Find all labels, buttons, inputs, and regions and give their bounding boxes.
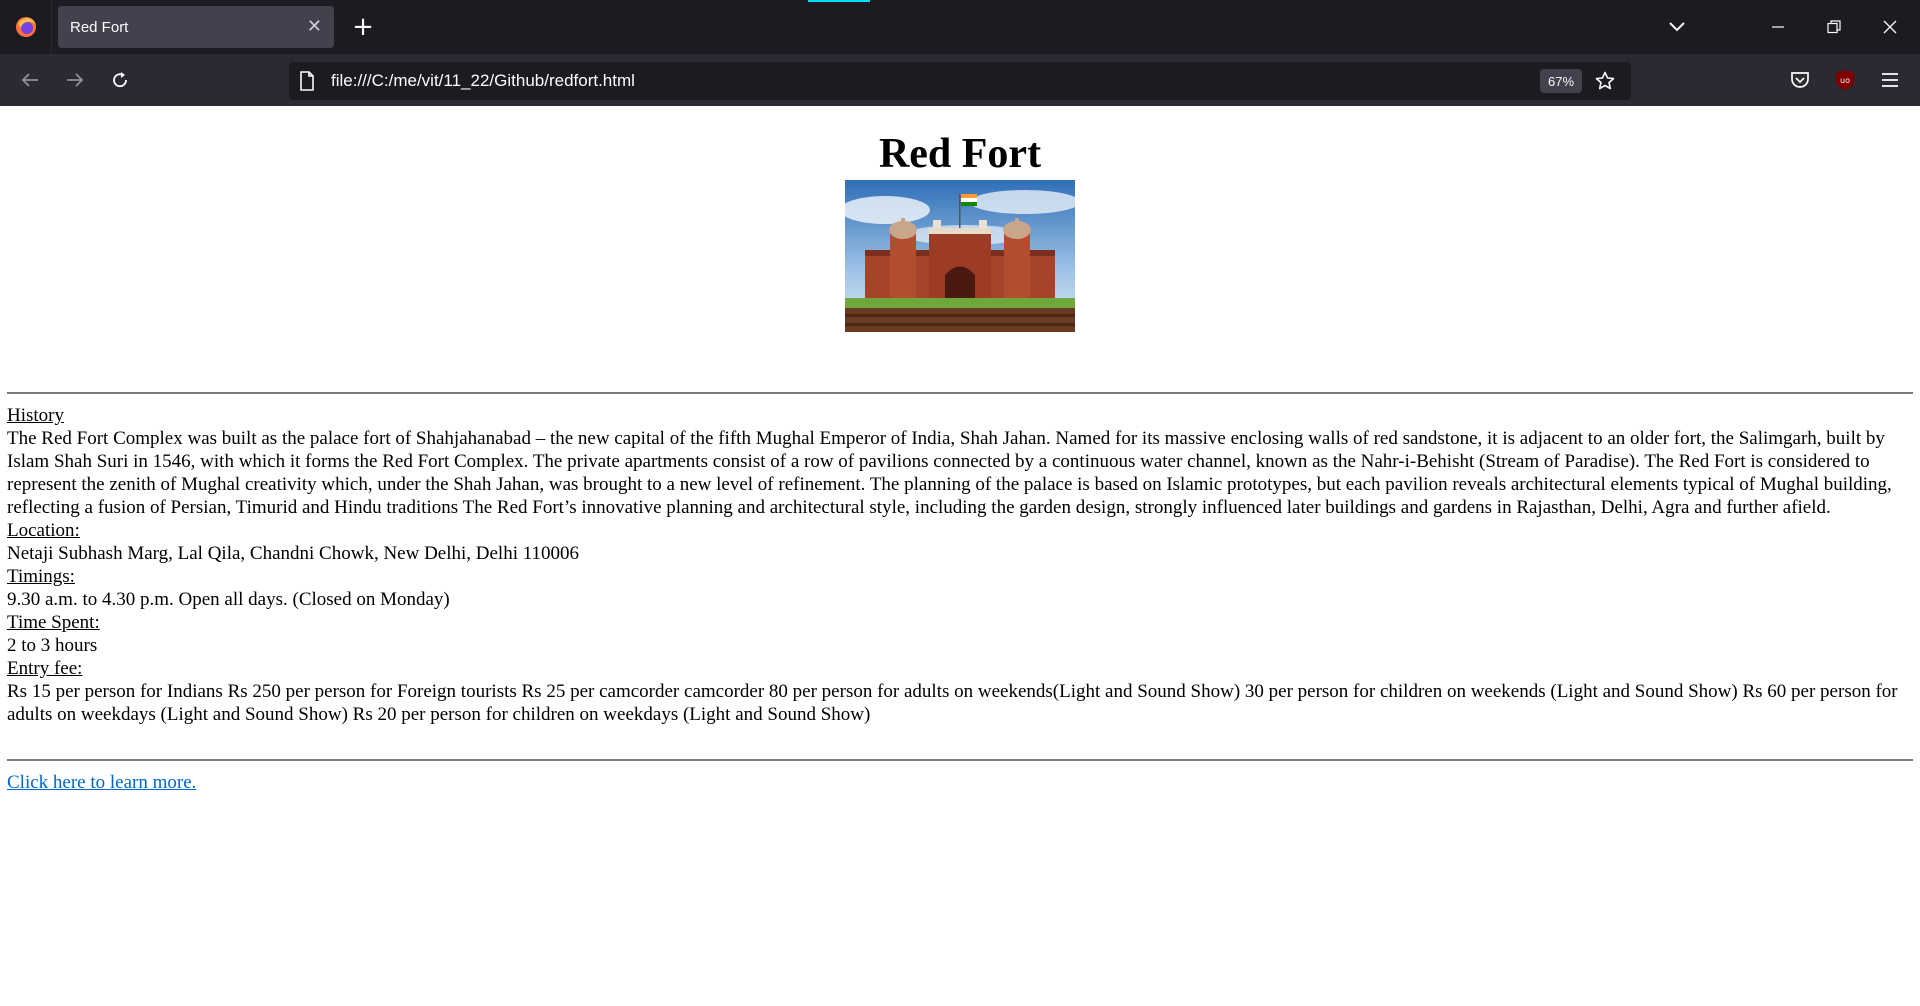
- section-entry-fee: Entry fee: Rs 15 per person for Indians …: [7, 657, 1913, 726]
- entry-fee-text: Rs 15 per person for Indians Rs 250 per …: [7, 681, 1898, 725]
- reload-icon: [113, 72, 127, 88]
- close-tab-icon[interactable]: ✕: [307, 18, 322, 36]
- ublock-extension-button[interactable]: uo: [1825, 60, 1865, 100]
- ublock-icon: uo: [1836, 70, 1854, 90]
- forward-button[interactable]: [55, 60, 95, 100]
- page-title: Red Fort: [878, 131, 1042, 177]
- history-heading: History: [7, 405, 64, 426]
- url-text[interactable]: file:///C:/me/vit/11_22/Github/redfort.h…: [331, 71, 635, 91]
- section-timings: Timings: 9.30 a.m. to 4.30 p.m. Open all…: [7, 565, 1913, 611]
- time-spent-text: 2 to 3 hours: [7, 635, 98, 656]
- reload-button[interactable]: [100, 60, 140, 100]
- restore-icon: [1827, 20, 1841, 34]
- arrow-left-icon: [21, 73, 38, 87]
- tab-red-fort[interactable]: Red Fort ✕: [58, 6, 334, 48]
- arrow-right-icon: [67, 73, 84, 87]
- entry-fee-heading: Entry fee:: [7, 658, 83, 679]
- timings-heading: Timings:: [7, 566, 75, 587]
- section-location: Location: Netaji Subhash Marg, Lal Qila,…: [7, 519, 1913, 565]
- menu-button[interactable]: [1870, 60, 1910, 100]
- navigation-toolbar: file:///C:/me/vit/11_22/Github/redfort.h…: [0, 54, 1920, 106]
- minimize-icon: [1772, 26, 1784, 28]
- pocket-icon: [1791, 72, 1809, 88]
- timings-text: 9.30 a.m. to 4.30 p.m. Open all days. (C…: [7, 589, 450, 610]
- hamburger-menu-icon: [1882, 73, 1898, 87]
- pocket-button[interactable]: [1780, 60, 1820, 100]
- tab-bar: Red Fort ✕ +: [0, 0, 1920, 54]
- section-history: History The Red Fort Complex was built a…: [7, 404, 1913, 519]
- list-all-tabs-button[interactable]: [1656, 6, 1698, 48]
- address-bar[interactable]: file:///C:/me/vit/11_22/Github/redfort.h…: [289, 62, 1631, 100]
- minimize-button[interactable]: [1750, 0, 1806, 54]
- section-time-spent: Time Spent: 2 to 3 hours: [7, 611, 1913, 657]
- chevron-down-icon: [1669, 22, 1685, 32]
- svg-text:uo: uo: [1840, 76, 1850, 85]
- close-icon: [1883, 20, 1897, 34]
- new-tab-button[interactable]: +: [342, 6, 384, 48]
- firefox-icon[interactable]: [0, 0, 52, 54]
- article-body: History The Red Fort Complex was built a…: [7, 404, 1913, 726]
- history-text: The Red Fort Complex was built as the pa…: [7, 428, 1892, 518]
- restore-button[interactable]: [1806, 0, 1862, 54]
- learn-more-link[interactable]: Click here to learn more.: [7, 772, 196, 794]
- back-button[interactable]: [10, 60, 50, 100]
- close-window-button[interactable]: [1862, 0, 1918, 54]
- top-divider: [7, 392, 1913, 394]
- bottom-divider: [7, 759, 1913, 761]
- time-spent-heading: Time Spent:: [7, 612, 100, 633]
- location-heading: Location:: [7, 520, 80, 541]
- page-content: Red Fort History The Red Fort Complex wa…: [0, 106, 1920, 1006]
- tab-title: Red Fort: [70, 18, 129, 36]
- bookmark-star-icon[interactable]: [1589, 66, 1621, 96]
- location-text: Netaji Subhash Marg, Lal Qila, Chandni C…: [7, 543, 580, 564]
- zoom-level-button[interactable]: 67%: [1540, 69, 1582, 93]
- page-icon: [299, 71, 315, 96]
- red-fort-image: [845, 180, 1075, 332]
- tab-accent-line: [808, 0, 870, 2]
